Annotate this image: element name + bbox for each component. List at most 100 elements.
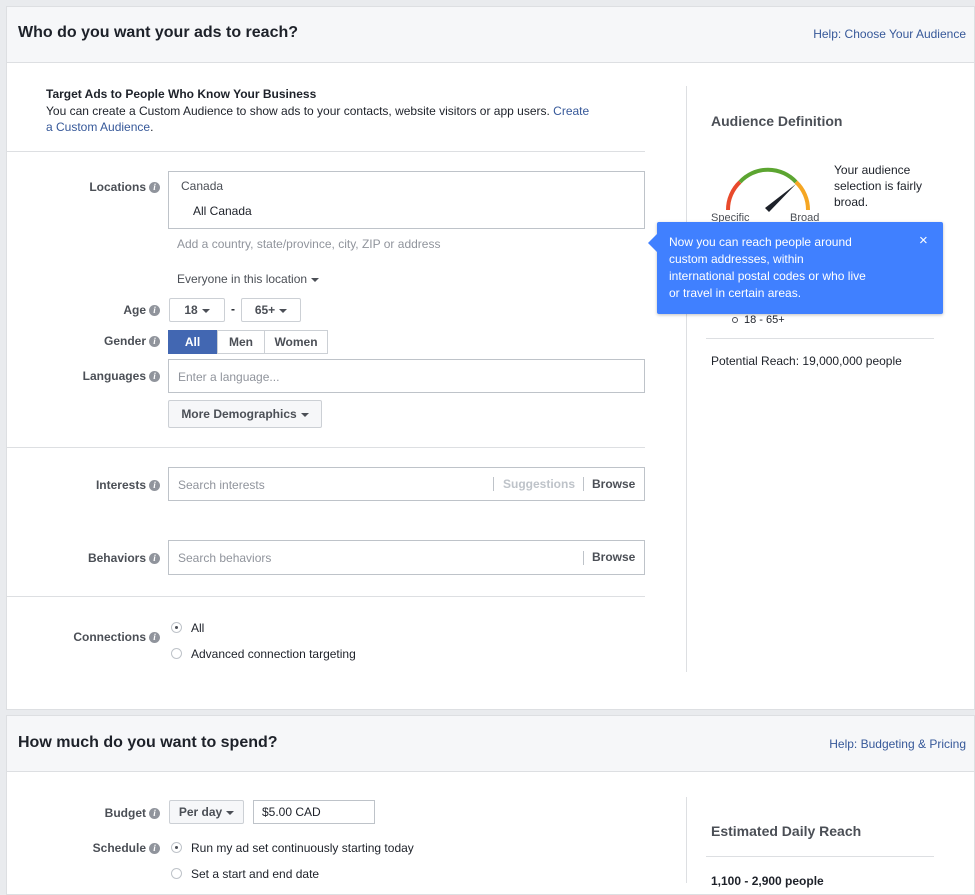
potential-reach: Potential Reach: 19,000,000 people — [711, 354, 902, 368]
location-scope-dropdown[interactable]: Everyone in this location — [177, 272, 320, 286]
divider — [6, 447, 645, 448]
budget-amount-value: $5.00 CAD — [262, 805, 321, 819]
gauge-needle — [765, 184, 796, 212]
location-country: Canada — [181, 179, 224, 193]
estimated-reach-value: 1,100 - 2,900 people — [711, 874, 824, 888]
gauge-text-line: Your audience — [834, 163, 911, 177]
close-icon[interactable]: × — [919, 233, 928, 248]
custom-audience-text: You can create a Custom Audience to show… — [46, 103, 616, 135]
interests-label-text: Interests — [95, 478, 146, 492]
gender-all-button[interactable]: All — [168, 330, 217, 354]
custom-audience-period: . — [150, 120, 154, 134]
gauge-orange-arc — [794, 180, 811, 211]
age-separator: - — [231, 302, 235, 316]
budget-panel-title: How much do you want to spend? — [18, 734, 278, 751]
budget-period-value: Per day — [178, 805, 223, 819]
gauge-text-line: broad. — [834, 195, 869, 209]
chevron-down-icon — [311, 277, 320, 282]
create-custom-audience-link-2[interactable]: a Custom Audience — [46, 120, 150, 134]
gauge-text-line: selection is fairly — [834, 179, 923, 193]
connections-all-radio[interactable] — [171, 622, 182, 633]
gender-men-button[interactable]: Men — [217, 330, 265, 354]
info-icon[interactable]: i — [149, 843, 160, 855]
budget-period-select[interactable]: Per day — [169, 800, 244, 824]
age-min-select[interactable]: 18 — [169, 298, 225, 322]
gauge-description: Your audience selection is fairly broad. — [834, 162, 922, 210]
help-budgeting-link[interactable]: Help: Budgeting & Pricing — [829, 737, 966, 751]
tooltip-line: or travel in certain areas. — [669, 286, 802, 300]
connections-advanced-radio[interactable] — [171, 648, 182, 659]
age-summary-value: 18 - 65+ — [744, 314, 785, 326]
age-summary-item: 18 - 65+ — [732, 314, 785, 326]
age-min-value: 18 — [184, 303, 198, 317]
divider — [6, 596, 645, 597]
schedule-continuous-radio[interactable] — [171, 842, 182, 853]
budget-amount-input[interactable]: $5.00 CAD — [253, 800, 375, 824]
schedule-dates-label[interactable]: Set a start and end date — [191, 867, 319, 881]
bullet-icon — [732, 317, 738, 324]
connections-advanced-label[interactable]: Advanced connection targeting — [191, 647, 356, 661]
info-icon[interactable]: i — [149, 182, 160, 194]
tooltip-line: international postal codes or who live — [669, 269, 866, 283]
languages-placeholder: Enter a language... — [178, 370, 280, 384]
audience-panel-header: Who do you want your ads to reach? Help:… — [7, 7, 974, 63]
schedule-continuous-label[interactable]: Run my ad set continuously starting toda… — [191, 841, 414, 855]
info-icon[interactable]: i — [149, 336, 160, 348]
interests-placeholder: Search interests — [178, 478, 265, 492]
schedule-label-text: Schedule — [92, 841, 146, 855]
languages-input[interactable]: Enter a language... — [168, 359, 645, 393]
info-icon[interactable]: i — [149, 808, 160, 820]
age-max-value: 65+ — [254, 303, 276, 317]
location-scope-value: Everyone in this location — [177, 272, 308, 286]
budget-label: Budget i — [60, 806, 160, 820]
estimated-reach-title: Estimated Daily Reach — [711, 823, 862, 839]
more-demographics-label: More Demographics — [181, 407, 297, 421]
help-choose-audience-link[interactable]: Help: Choose Your Audience — [813, 27, 966, 41]
chevron-down-icon — [279, 308, 288, 313]
audience-definition-title: Audience Definition — [711, 113, 843, 129]
behaviors-browse-button[interactable]: Browse — [592, 550, 635, 564]
behaviors-divider — [583, 551, 584, 565]
interests-input[interactable]: Search interests Suggestions Browse — [168, 467, 645, 501]
connections-all-label[interactable]: All — [191, 621, 204, 635]
info-icon[interactable]: i — [149, 553, 160, 565]
info-icon[interactable]: i — [149, 371, 160, 383]
schedule-label: Schedule i — [60, 841, 160, 855]
interests-suggestions-link[interactable]: Suggestions — [503, 477, 575, 491]
interests-divider — [493, 477, 494, 491]
interests-divider-2 — [583, 477, 584, 491]
info-icon[interactable]: i — [149, 480, 160, 492]
age-max-select[interactable]: 65+ — [241, 298, 301, 322]
location-search-input[interactable]: Add a country, state/province, city, ZIP… — [177, 237, 440, 251]
location-region[interactable]: All Canada — [193, 204, 252, 218]
locations-label: Locations i — [60, 180, 160, 194]
gender-women-button[interactable]: Women — [264, 330, 328, 354]
age-label-text: Age — [123, 303, 146, 317]
budget-panel-header: How much do you want to spend? Help: Bud… — [7, 716, 974, 772]
gauge-green-arc — [738, 167, 798, 184]
gender-label: Gender i — [60, 334, 160, 348]
interests-browse-button[interactable]: Browse — [592, 477, 635, 491]
connections-label: Connections i — [40, 630, 160, 644]
info-icon[interactable]: i — [149, 632, 160, 644]
budget-panel: How much do you want to spend? Help: Bud… — [6, 715, 975, 895]
custom-audience-heading: Target Ads to People Who Know Your Busin… — [46, 87, 317, 101]
languages-label-text: Languages — [82, 369, 146, 383]
budget-label-text: Budget — [104, 806, 146, 820]
chevron-down-icon — [201, 308, 210, 313]
connections-label-text: Connections — [73, 630, 146, 644]
divider — [706, 856, 934, 857]
info-icon[interactable]: i — [149, 305, 160, 317]
tooltip-line: custom addresses, within — [669, 252, 804, 266]
age-label: Age i — [60, 303, 160, 317]
location-tooltip: Now you can reach people around custom a… — [648, 222, 943, 314]
behaviors-input[interactable]: Search behaviors Browse — [168, 540, 645, 575]
more-demographics-button[interactable]: More Demographics — [168, 400, 322, 428]
create-custom-audience-link[interactable]: Create — [553, 104, 589, 118]
column-divider — [686, 797, 687, 883]
schedule-dates-radio[interactable] — [171, 868, 182, 879]
tooltip-line: Now you can reach people around — [669, 235, 852, 249]
languages-label: Languages i — [60, 369, 160, 383]
column-divider — [686, 86, 687, 672]
locations-box[interactable]: Canada All Canada — [168, 171, 645, 229]
